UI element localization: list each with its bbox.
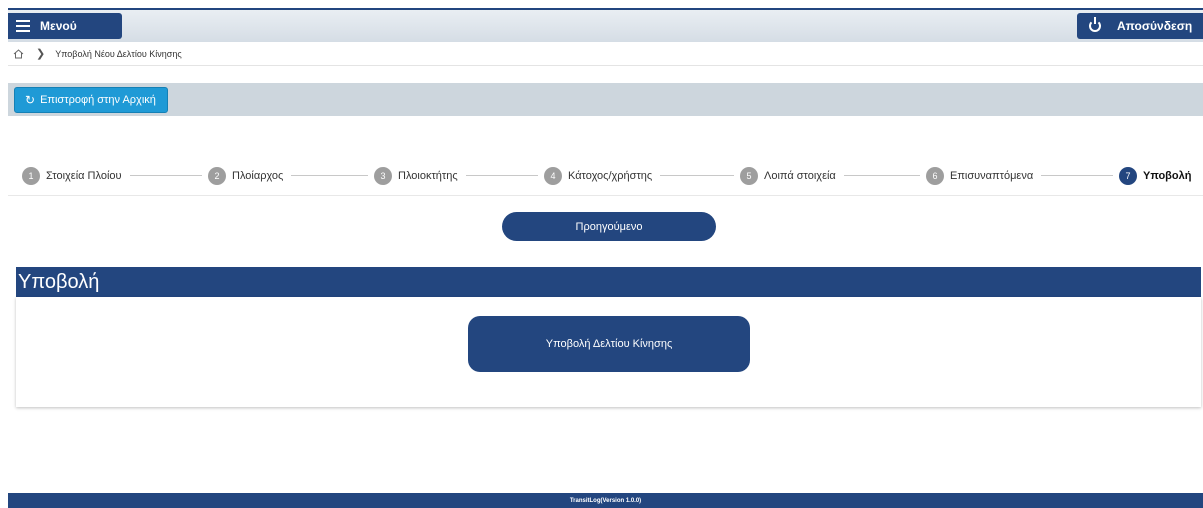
step-1[interactable]: 1 Στοιχεία Πλοίου [22, 163, 130, 189]
divider [8, 195, 1203, 196]
logout-label: Αποσύνδεση [1117, 19, 1193, 33]
breadcrumb: ❯ Υποβολή Νέου Δελτίου Κίνησης [8, 42, 1203, 66]
step-label: Στοιχεία Πλοίου [46, 170, 122, 182]
step-label: Υποβολή [1143, 170, 1192, 182]
menu-label: Μενού [40, 19, 77, 33]
step-5[interactable]: 5 Λοιπά στοιχεία [740, 163, 844, 189]
step-number: 2 [208, 167, 226, 185]
app-window: Μενού Αποσύνδεση ❯ Υποβολή Νέου Δελτίου … [0, 0, 1203, 508]
hamburger-icon [16, 20, 30, 32]
step-number: 4 [544, 167, 562, 185]
step-7[interactable]: 7 Υποβολή [1119, 163, 1200, 189]
section-title-text: Υποβολή [18, 270, 100, 293]
section-title: Υποβολή [16, 267, 1201, 297]
step-label: Επισυναπτόμενα [950, 170, 1034, 182]
step-2[interactable]: 2 Πλοίαρχος [208, 163, 292, 189]
logout-button[interactable]: Αποσύνδεση [1077, 13, 1203, 39]
menu-button[interactable]: Μενού [8, 13, 122, 39]
back-home-label: Επιστροφή στην Αρχική [40, 94, 156, 106]
submit-button[interactable]: Υποβολή Δελτίου Κίνησης [468, 316, 750, 372]
step-4[interactable]: 4 Κάτοχος/χρήστης [544, 163, 661, 189]
back-home-button[interactable]: ↻ Επιστροφή στην Αρχική [14, 87, 168, 113]
step-label: Λοιπά στοιχεία [764, 170, 836, 182]
step-label: Πλοίαρχος [232, 170, 284, 182]
refresh-icon: ↻ [25, 93, 36, 107]
step-number: 6 [926, 167, 944, 185]
step-label: Κάτοχος/χρήστης [568, 170, 653, 182]
section-body: Υποβολή Δελτίου Κίνησης [16, 297, 1201, 407]
step-3[interactable]: 3 Πλοιοκτήτης [374, 163, 466, 189]
home-icon[interactable] [13, 48, 24, 59]
footer-text: TransitLog(Version 1.0.0) [569, 497, 642, 504]
step-number: 3 [374, 167, 392, 185]
breadcrumb-current: Υποβολή Νέου Δελτίου Κίνησης [55, 48, 182, 59]
step-number: 1 [22, 167, 40, 185]
power-icon [1089, 17, 1101, 32]
step-number: 5 [740, 167, 758, 185]
step-label: Πλοιοκτήτης [398, 170, 458, 182]
left-border [0, 0, 8, 508]
step-number: 7 [1119, 167, 1137, 185]
previous-button[interactable]: Προηγούμενο [502, 212, 716, 241]
submit-label: Υποβολή Δελτίου Κίνησης [545, 338, 673, 350]
step-6[interactable]: 6 Επισυναπτόμενα [926, 163, 1042, 189]
chevron-right-icon: ❯ [36, 48, 46, 60]
previous-label: Προηγούμενο [575, 220, 643, 233]
footer: TransitLog(Version 1.0.0) [8, 493, 1203, 508]
top-bar: Μενού Αποσύνδεση [8, 8, 1203, 42]
stepper: 1 Στοιχεία Πλοίου 2 Πλοίαρχος 3 Πλοιοκτήτης 4 Κ… [8, 163, 1203, 189]
action-bar: ↻ Επιστροφή στην Αρχική [8, 83, 1203, 116]
